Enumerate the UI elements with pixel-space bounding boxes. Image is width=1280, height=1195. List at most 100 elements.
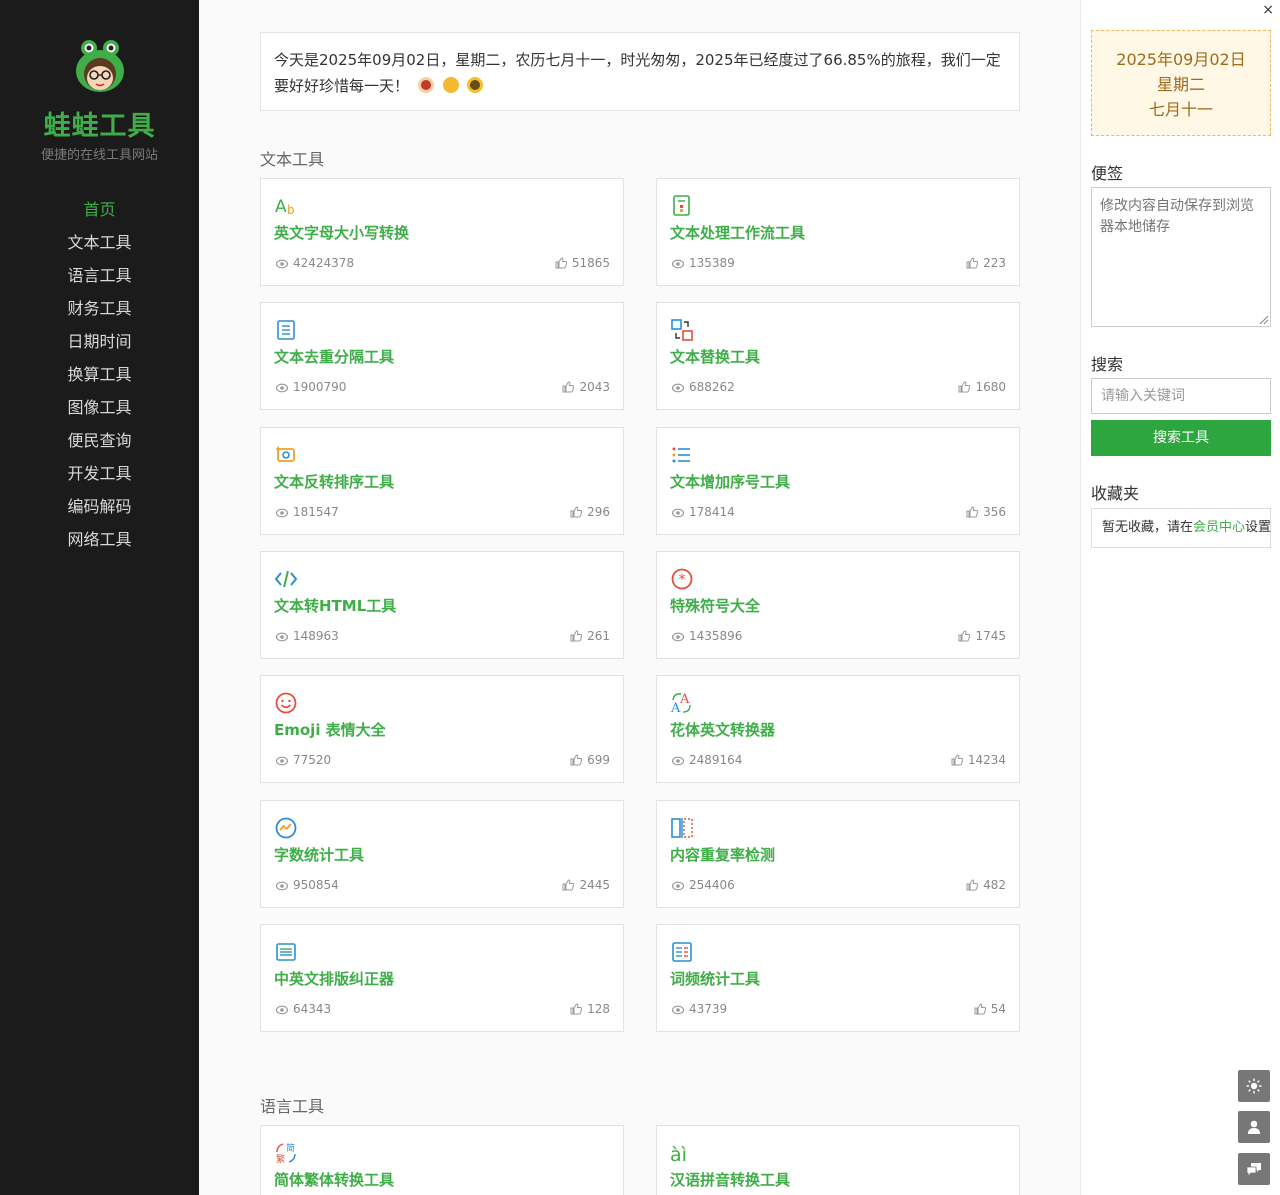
brand-name[interactable]: 蛙蛙工具: [0, 104, 199, 143]
thumbs-up-icon: [555, 257, 567, 269]
memo-textarea[interactable]: [1091, 187, 1271, 327]
nav-item-dev-tools[interactable]: 开发工具: [0, 462, 199, 495]
like-count[interactable]: 482: [966, 878, 1006, 892]
view-count: 2489164: [671, 753, 742, 767]
user-button[interactable]: [1238, 1111, 1270, 1143]
tool-card[interactable]: 中英文排版纠正器 64343 128: [260, 924, 624, 1032]
tool-card[interactable]: àì 汉语拼音转换工具: [656, 1125, 1020, 1195]
eye-icon: [671, 383, 685, 393]
tool-card[interactable]: 文本转HTML工具 148963 261: [260, 551, 624, 659]
numbered-list-icon: [672, 447, 690, 463]
asterisk-icon: *: [671, 568, 693, 590]
thumbs-up-icon: [562, 381, 575, 393]
main-nav: 首页 文本工具 语言工具 财务工具 日期时间 换算工具 图像工具 便民查询 开发…: [0, 198, 199, 561]
tool-name: 特殊符号大全: [670, 597, 761, 615]
nav-item-network-tools[interactable]: 网络工具: [0, 528, 199, 561]
eye-icon: [275, 881, 289, 891]
like-count[interactable]: 699: [570, 753, 610, 767]
date-gregorian: 2025年09月02日: [1116, 50, 1246, 69]
member-center-link[interactable]: 会员中心: [1193, 520, 1245, 535]
eye-icon: [275, 1005, 289, 1015]
tool-card[interactable]: 简繁 简体繁体转换工具: [260, 1125, 624, 1195]
eye-icon: [275, 259, 289, 269]
tool-name: 文本处理工作流工具: [670, 224, 806, 242]
smile-emoji-icon: [442, 77, 459, 93]
like-count[interactable]: 1745: [958, 629, 1006, 643]
fancy-text-icon: AA: [670, 692, 691, 715]
eye-icon: [671, 632, 685, 642]
nav-item-encoding[interactable]: 编码解码: [0, 495, 199, 528]
tool-name: 内容重复率检测: [670, 846, 776, 864]
tool-card[interactable]: 字数统计工具 950854 2445: [260, 800, 624, 908]
replace-icon: [671, 319, 693, 341]
nav-item-datetime[interactable]: 日期时间: [0, 330, 199, 363]
thumbs-up-icon: [570, 506, 583, 518]
tool-card[interactable]: 文本替换工具 688262 1680: [656, 302, 1020, 410]
like-count[interactable]: 2445: [562, 878, 610, 892]
tool-card[interactable]: Ab 英文字母大小写转换 42424378 51865: [260, 178, 624, 286]
nav-item-conversion-tools[interactable]: 换算工具: [0, 363, 199, 396]
search-label: 搜索: [1091, 355, 1124, 374]
like-count[interactable]: 51865: [555, 256, 610, 270]
like-count[interactable]: 261: [570, 629, 610, 643]
frog-logo-icon[interactable]: [74, 38, 126, 92]
like-count[interactable]: 2043: [562, 380, 610, 394]
like-count[interactable]: 14234: [951, 753, 1006, 767]
clock-emoji-icon: [417, 77, 434, 93]
tool-name: 词频统计工具: [670, 970, 761, 988]
document-icon: [277, 320, 295, 340]
tool-card[interactable]: AA 花体英文转换器 2489164 14234: [656, 675, 1020, 783]
smiley-icon: [275, 692, 297, 714]
date-weekday: 星期二: [1156, 75, 1205, 94]
nav-item-lookup[interactable]: 便民查询: [0, 429, 199, 462]
tool-card[interactable]: 内容重复率检测 254406 482: [656, 800, 1020, 908]
thumbs-up-icon: [562, 879, 575, 891]
thumbs-up-icon: [951, 754, 963, 766]
search-input[interactable]: [1091, 378, 1271, 414]
view-count: 43739: [671, 1002, 727, 1016]
nav-item-finance-tools[interactable]: 财务工具: [0, 297, 199, 330]
tool-name: 文本转HTML工具: [274, 597, 397, 615]
thumbs-up-icon: [966, 257, 979, 269]
nav-item-text-tools[interactable]: 文本工具: [0, 231, 199, 264]
tool-card[interactable]: 词频统计工具 43739 54: [656, 924, 1020, 1032]
tool-card[interactable]: * 特殊符号大全 1435896 1745: [656, 551, 1020, 659]
like-count[interactable]: 1680: [958, 380, 1006, 394]
eye-icon: [671, 259, 685, 269]
search-button[interactable]: 搜索工具: [1091, 420, 1271, 456]
sunflower-emoji-icon: [467, 77, 484, 93]
nav-item-language-tools[interactable]: 语言工具: [0, 264, 199, 297]
like-count[interactable]: 356: [966, 505, 1006, 519]
simplified-traditional-icon: 简繁: [276, 1142, 296, 1165]
thumbs-up-icon: [974, 1003, 986, 1015]
like-count[interactable]: 128: [570, 1002, 610, 1016]
chat-icon: [1246, 1163, 1261, 1177]
favorites-empty-suffix: 设置: [1245, 520, 1272, 535]
align-text-icon: [276, 943, 296, 961]
theme-toggle-button[interactable]: [1238, 1070, 1270, 1102]
like-count[interactable]: 223: [966, 256, 1006, 270]
nav-item-image-tools[interactable]: 图像工具: [0, 396, 199, 429]
resize-handle-icon[interactable]: [1257, 313, 1269, 325]
tool-card[interactable]: 文本反转排序工具 181547 296: [260, 427, 624, 535]
close-icon[interactable]: ×: [1262, 2, 1274, 18]
tool-name: 简体繁体转换工具: [274, 1171, 395, 1189]
tool-card[interactable]: 文本增加序号工具 178414 356: [656, 427, 1020, 535]
view-count: 950854: [275, 878, 339, 892]
tool-name: 文本增加序号工具: [670, 473, 791, 491]
tool-card[interactable]: 文本去重分隔工具 1900790 2043: [260, 302, 624, 410]
tool-card[interactable]: Emoji 表情大全 77520 699: [260, 675, 624, 783]
view-count: 64343: [275, 1002, 331, 1016]
thumbs-up-icon: [966, 879, 979, 891]
tool-name: 文本替换工具: [670, 348, 761, 366]
like-count[interactable]: 54: [974, 1002, 1006, 1016]
eye-icon: [671, 508, 685, 518]
nav-item-home[interactable]: 首页: [0, 198, 199, 231]
banner-text: 今天是2025年09月02日，星期二，农历七月十一，时光匆匆，2025年已经度过…: [274, 51, 1001, 95]
reverse-icon: [276, 446, 295, 462]
feedback-button[interactable]: [1238, 1153, 1270, 1185]
svg-text:*: *: [679, 572, 686, 588]
thumbs-up-icon: [570, 630, 583, 642]
like-count[interactable]: 296: [570, 505, 610, 519]
tool-card[interactable]: 文本处理工作流工具 135389 223: [656, 178, 1020, 286]
